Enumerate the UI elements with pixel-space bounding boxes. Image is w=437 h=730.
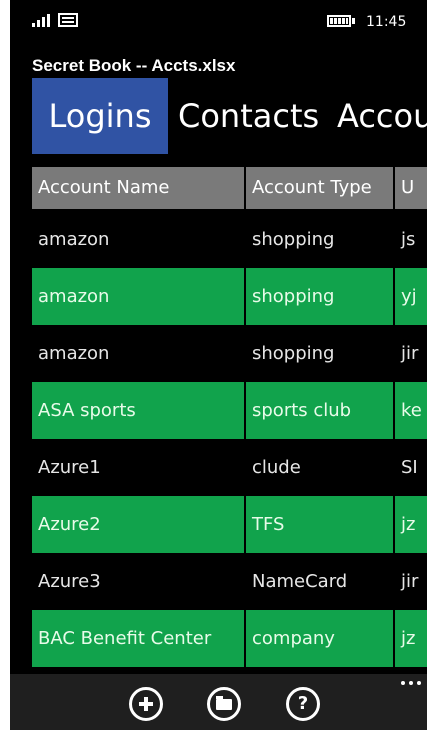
status-time: 11:45 [366,14,407,30]
cell-user: jir [401,343,419,364]
table-row[interactable]: Azure2 TFS jz [32,496,427,553]
cell-user: jz [395,496,427,553]
cell-account-name: Azure3 [38,571,101,592]
cell-account-type: shopping [252,343,335,364]
cell-account-name: amazon [38,343,110,364]
cell-account-name: ASA sports [32,382,244,439]
cell-user: ke [395,382,427,439]
open-file-button[interactable] [207,687,241,721]
message-icon [58,13,78,27]
table-row[interactable]: amazon shopping js [32,211,427,268]
cell-account-type: company [246,610,393,667]
cell-account-name: Azure1 [38,457,101,478]
folder-icon [216,696,232,710]
app-title: Secret Book -- Accts.xlsx [32,56,236,75]
cell-account-type: shopping [246,268,393,325]
status-bar: 11:45 [10,0,427,40]
cell-account-type: sports club [246,382,393,439]
battery-icon [327,15,357,27]
table-row[interactable]: amazon shopping yj [32,268,427,325]
table-row[interactable]: ASA sports sports club ke [32,382,427,439]
signal-icon [32,14,50,27]
pivot-tabs: Logins Contacts Accoun [10,78,427,154]
table-row[interactable]: amazon shopping jir [32,325,427,382]
column-header-account-name[interactable]: Account Name [32,167,244,209]
cell-user: jz [395,610,427,667]
cell-user: SI [401,457,418,478]
column-header-user[interactable]: U [395,167,427,209]
accounts-grid: Account Name Account Type U amazon shopp… [32,167,427,672]
app-bar: ? [10,674,427,730]
cell-account-name: amazon [38,229,110,250]
cell-account-type: TFS [246,496,393,553]
table-row[interactable]: BAC Benefit Center company jz [32,610,427,667]
help-icon: ? [297,693,309,714]
cell-account-type: clude [252,457,301,478]
cell-user: yj [395,268,427,325]
table-row[interactable]: Azure3 NameCard jir [32,553,427,610]
cell-account-type: NameCard [252,571,348,592]
more-icon [401,681,405,685]
cell-account-type: shopping [252,229,335,250]
tab-logins[interactable]: Logins [32,78,168,154]
column-header-account-type[interactable]: Account Type [246,167,393,209]
cell-user: jir [401,571,419,592]
phone-screen: 11:45 Secret Book -- Accts.xlsx Logins C… [10,0,427,730]
add-button[interactable] [129,687,163,721]
table-row[interactable]: Azure1 clude SI [32,439,427,496]
tab-accounts[interactable]: Accoun [337,78,427,154]
cell-user: js [401,229,416,250]
more-button[interactable] [398,674,424,690]
tab-contacts[interactable]: Contacts [178,78,319,154]
cell-account-name: Azure2 [32,496,244,553]
cell-account-name: BAC Benefit Center [32,610,244,667]
cell-account-name: amazon [32,268,244,325]
help-button[interactable]: ? [286,687,320,721]
